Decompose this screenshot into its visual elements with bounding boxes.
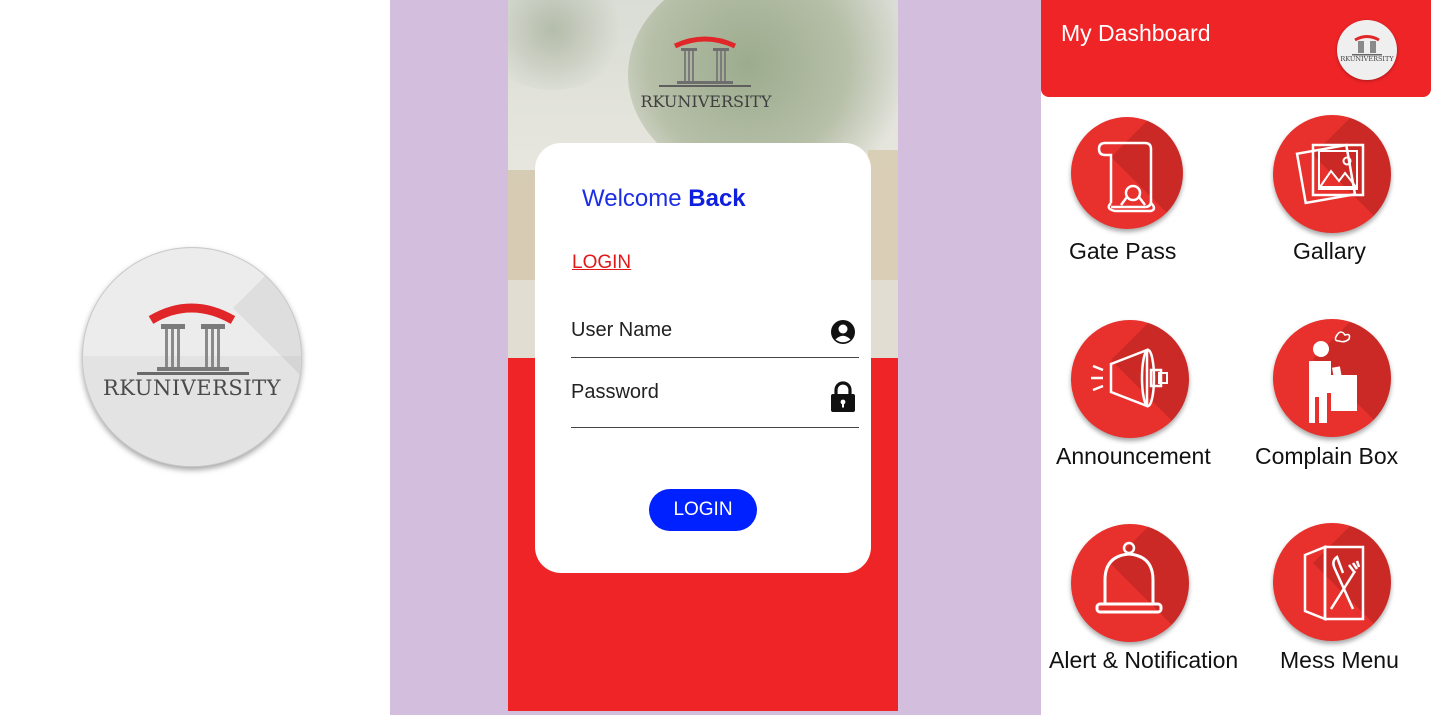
bell-icon [1071,524,1189,642]
menu-card-icon [1273,523,1391,641]
university-pillars-icon [1352,35,1382,56]
tile-label: Announcement [1056,443,1211,469]
login-tab[interactable]: LOGIN [572,252,631,274]
login-card: Welcome Back LOGIN User Name LOGIN [535,143,871,573]
university-pillars-icon [137,303,249,375]
dashboard-screen: My Dashboard RKUNIVERSITY Gate Pass Gall… [1041,0,1431,715]
page-title: My Dashboard [1061,20,1211,46]
logo-wordmark: RKUNIVERSITY [640,92,772,111]
tree-foliage [508,0,628,90]
welcome-bold-text: Back [688,185,746,212]
tile-label: Mess Menu [1280,647,1399,673]
login-button[interactable]: LOGIN [649,489,757,531]
scroll-icon [1071,117,1183,229]
logo-wordmark: RKUNIVERSITY [1340,55,1394,63]
building [868,150,898,300]
rku-logo: RKUNIVERSITY [82,247,302,467]
username-field [571,313,859,358]
complaint-box-icon [1273,319,1391,437]
user-account-icon [830,319,856,349]
welcome-heading: Welcome Back [582,185,746,213]
password-input[interactable] [571,381,811,404]
tile-label: Gate Pass [1069,238,1177,264]
profile-avatar[interactable]: RKUNIVERSITY [1337,20,1397,80]
logo-wordmark: RKUNIVERSITY [103,376,281,400]
megaphone-icon [1071,320,1189,438]
login-screen: RKUNIVERSITY Welcome Back LOGIN User Nam… [508,0,898,711]
lock-icon [830,381,856,417]
tile-label: Gallary [1293,238,1366,264]
password-field [571,375,859,428]
tile-label: Complain Box [1255,443,1399,469]
tile-label: Alert & Notification [1049,647,1239,673]
welcome-text: Welcome [582,185,682,212]
dashboard-header: My Dashboard RKUNIVERSITY [1041,0,1431,97]
username-input[interactable] [571,319,811,342]
header-logo: RKUNIVERSITY [633,36,783,116]
app-icon-panel: RKUNIVERSITY [0,0,390,715]
gallery-icon [1273,115,1391,233]
